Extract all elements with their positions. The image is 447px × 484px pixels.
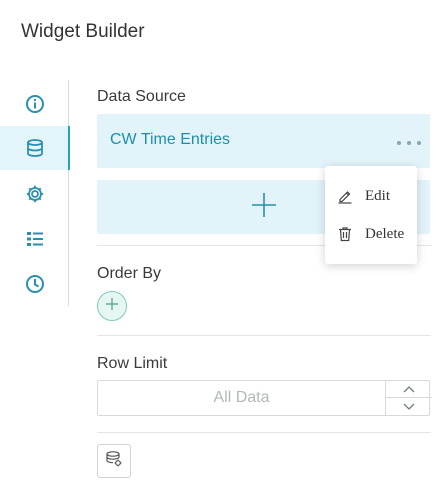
context-menu: Edit Delete bbox=[325, 166, 417, 264]
menu-item-edit[interactable]: Edit bbox=[325, 181, 417, 211]
sidebar-item-settings[interactable] bbox=[0, 172, 70, 216]
database-settings-icon bbox=[105, 450, 123, 473]
sidebar-item-history[interactable] bbox=[0, 262, 70, 306]
sidebar-nav bbox=[0, 80, 70, 306]
menu-item-label: Delete bbox=[365, 225, 405, 242]
menu-item-delete[interactable]: Delete bbox=[325, 219, 417, 249]
pencil-icon bbox=[337, 188, 353, 204]
plus-icon bbox=[251, 192, 277, 223]
divider bbox=[97, 335, 431, 336]
row-limit-label: Row Limit bbox=[97, 355, 168, 372]
chevron-up-icon bbox=[403, 380, 415, 398]
plus-icon bbox=[105, 297, 119, 316]
chevron-down-icon bbox=[403, 398, 415, 416]
info-icon bbox=[25, 94, 45, 114]
data-source-card[interactable]: CW Time Entries bbox=[97, 114, 430, 168]
gear-icon bbox=[25, 184, 45, 204]
clock-icon bbox=[25, 274, 45, 294]
list-icon bbox=[25, 229, 45, 249]
data-source-label: Data Source bbox=[97, 88, 186, 105]
step-down-button[interactable] bbox=[386, 398, 432, 416]
sidebar-item-list[interactable] bbox=[0, 217, 70, 261]
step-up-button[interactable] bbox=[386, 380, 432, 398]
row-limit-field bbox=[97, 380, 432, 416]
order-by-label: Order By bbox=[97, 265, 162, 282]
row-limit-input[interactable] bbox=[98, 381, 385, 415]
add-order-by-button[interactable] bbox=[97, 291, 127, 321]
database-settings-button[interactable] bbox=[97, 444, 131, 478]
page-title: Widget Builder bbox=[21, 21, 145, 42]
more-horizontal-icon[interactable] bbox=[397, 138, 421, 148]
menu-item-label: Edit bbox=[365, 187, 390, 204]
trash-icon bbox=[337, 226, 353, 242]
data-source-name: CW Time Entries bbox=[110, 131, 231, 148]
sidebar-item-data-source[interactable] bbox=[0, 126, 70, 170]
row-limit-stepper bbox=[385, 380, 432, 416]
database-icon bbox=[25, 138, 45, 158]
sidebar-item-info[interactable] bbox=[0, 82, 70, 126]
divider bbox=[97, 432, 431, 433]
